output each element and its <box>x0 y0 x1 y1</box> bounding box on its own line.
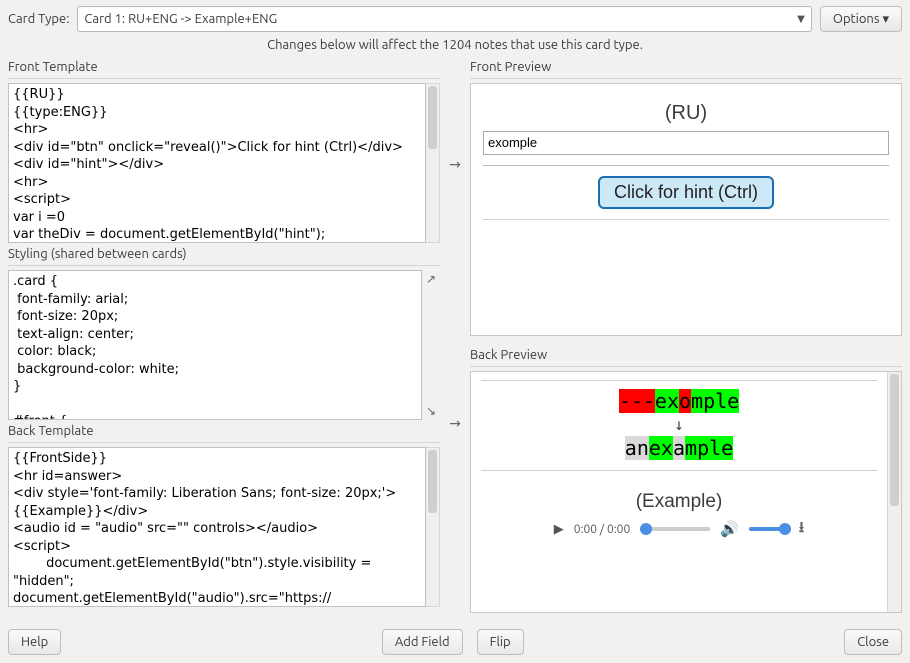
arrow-right-icon: → <box>449 325 461 621</box>
front-template-label: Front Template <box>8 60 440 74</box>
add-field-button[interactable]: Add Field <box>382 629 463 655</box>
back-preview-content: ---exomple ↓ an example (Example) ▶ 0:00… <box>471 372 887 612</box>
ru-placeholder: (RU) <box>483 102 889 125</box>
diff-missing: an <box>625 436 649 460</box>
audio-player[interactable]: ▶ 0:00 / 0:00 🔊 ⭳ <box>481 517 877 542</box>
type-diff: ---exomple ↓ an example <box>481 389 877 460</box>
scrollbar[interactable] <box>887 372 901 612</box>
back-template-wrap <box>8 447 440 607</box>
diff-correct: ex <box>649 436 673 460</box>
right-column: Front Preview (RU) Click for hint (Ctrl)… <box>470 56 902 621</box>
divider <box>483 219 889 220</box>
divider <box>483 165 889 166</box>
arrow-up-icon[interactable]: ↗ <box>426 272 440 286</box>
diff-answer-row: an example <box>481 436 877 460</box>
card-type-value: Card 1: RU+ENG -> Example+ENG <box>84 12 277 26</box>
down-arrow-icon: ↓ <box>481 415 877 434</box>
notice-text: Changes below will affect the 1204 notes… <box>8 38 902 52</box>
divider <box>470 78 902 79</box>
download-icon[interactable]: ⭳ <box>799 517 804 542</box>
play-icon[interactable]: ▶ <box>554 522 564 537</box>
front-preview-pane: (RU) Click for hint (Ctrl) <box>470 83 902 336</box>
styling-arrow-buttons: ↗ ↘ <box>426 270 440 420</box>
mid-arrows: → → <box>446 56 464 621</box>
diff-correct: mple <box>691 389 739 413</box>
example-placeholder: (Example) <box>481 491 877 513</box>
divider <box>8 265 440 266</box>
back-preview-pane: ---exomple ↓ an example (Example) ▶ 0:00… <box>470 371 902 613</box>
back-preview-label: Back Preview <box>470 348 902 362</box>
dialog-root: Card Type: Card 1: RU+ENG -> Example+ENG… <box>0 0 910 663</box>
options-button[interactable]: Options ▾ <box>820 6 902 32</box>
divider <box>470 366 902 367</box>
type-answer-input[interactable] <box>483 131 889 155</box>
volume-slider[interactable] <box>749 527 789 531</box>
divider <box>8 442 440 443</box>
diff-missing: a <box>673 436 685 460</box>
flip-button[interactable]: Flip <box>477 629 524 655</box>
arrow-down-icon[interactable]: ↘ <box>426 404 440 418</box>
hint-button[interactable]: Click for hint (Ctrl) <box>598 176 774 209</box>
diff-wrong: --- <box>619 389 655 413</box>
front-preview-label: Front Preview <box>470 60 902 74</box>
divider <box>8 78 440 79</box>
card-type-label: Card Type: <box>8 12 69 26</box>
diff-correct: mple <box>685 436 733 460</box>
styling-editor[interactable] <box>8 270 422 420</box>
scrollbar[interactable] <box>426 447 440 607</box>
back-template-editor[interactable] <box>8 447 426 607</box>
diff-user-row: ---exomple <box>481 389 877 413</box>
scrollbar[interactable] <box>426 83 440 243</box>
styling-wrap: ↗ ↘ <box>8 270 440 420</box>
chevron-down-icon: ▼ <box>797 13 805 25</box>
divider <box>481 470 877 471</box>
diff-correct: ex <box>655 389 679 413</box>
close-button[interactable]: Close <box>844 629 902 655</box>
help-button[interactable]: Help <box>8 629 61 655</box>
bottom-bar: Help Add Field Flip Close <box>8 629 902 655</box>
diff-wrong: o <box>679 389 691 413</box>
workarea: Front Template Styling (shared between c… <box>8 56 902 621</box>
audio-seek[interactable] <box>640 527 710 531</box>
front-template-wrap <box>8 83 440 243</box>
top-row: Card Type: Card 1: RU+ENG -> Example+ENG… <box>8 6 902 32</box>
front-template-editor[interactable] <box>8 83 426 243</box>
card-type-select[interactable]: Card 1: RU+ENG -> Example+ENG ▼ <box>77 6 811 32</box>
audio-time: 0:00 / 0:00 <box>574 523 630 536</box>
volume-icon[interactable]: 🔊 <box>720 520 739 538</box>
left-column: Front Template Styling (shared between c… <box>8 56 440 621</box>
divider <box>481 380 877 381</box>
arrow-right-icon: → <box>449 152 461 325</box>
back-template-label: Back Template <box>8 424 440 438</box>
styling-label: Styling (shared between cards) <box>8 247 440 261</box>
